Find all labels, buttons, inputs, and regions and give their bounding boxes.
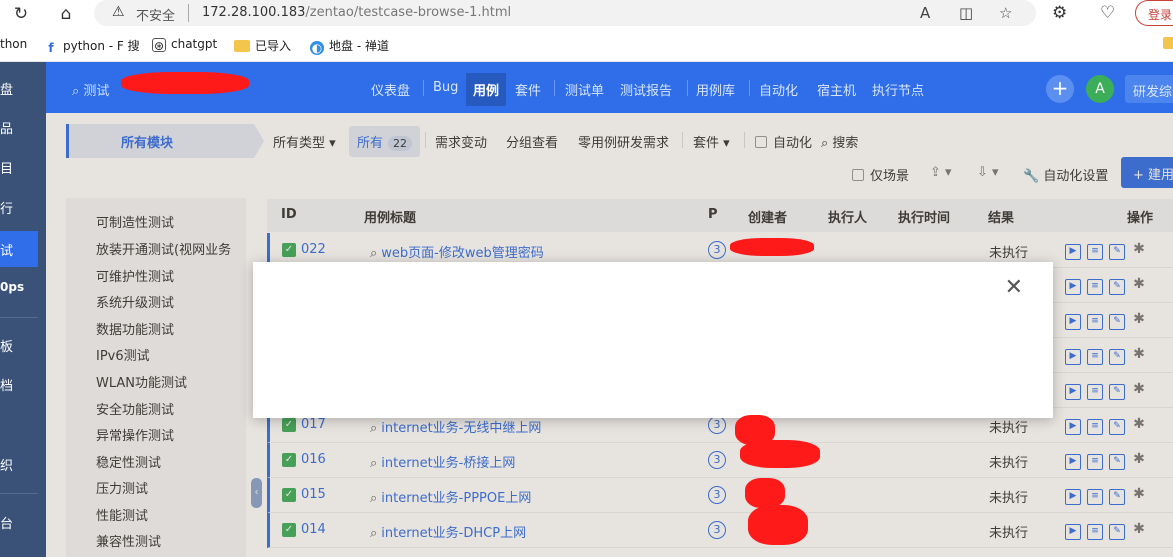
product-switcher[interactable]: ⌕ 测试 (72, 80, 109, 99)
login-button[interactable]: 登录 (1135, 0, 1173, 26)
close-icon[interactable]: ✕ (1005, 275, 1023, 300)
redacted-mark (745, 478, 785, 508)
nav-host[interactable]: 宿主机 (817, 80, 856, 99)
sidebar-item-project[interactable]: 目 (0, 158, 46, 180)
url-text[interactable]: 172.28.100.183/zentao/testcase-browse-1.… (202, 5, 511, 20)
bookmark-python-search[interactable]: f python - F 搜 (44, 37, 139, 55)
zentao-logo-icon: ◐ (310, 41, 324, 55)
address-bar[interactable]: ⚠ 不安全 172.28.100.183/zentao/testcase-bro… (94, 0, 1036, 26)
folder-icon (234, 40, 250, 52)
home-icon[interactable]: ⌂ (55, 3, 77, 25)
top-navbar: ⌕ 测试 仪表盘 Bug 用例 套件 测试单 测试报告 用例库 自动化 宿主机 … (46, 62, 1173, 113)
nav-testcase[interactable]: 用例 (466, 73, 507, 106)
insecure-label[interactable]: 不安全 (136, 5, 175, 24)
sidebar-item-devops[interactable]: 0ps (0, 280, 46, 302)
read-aloud-icon[interactable]: A (920, 4, 930, 22)
bookmarks-bar: thon f python - F 搜 ⊛ chatgpt 已导入 ◐ 地盘 - 禅道 (0, 28, 1173, 62)
nav-caselib[interactable]: 用例库 (696, 80, 735, 99)
sidebar-item-admin[interactable]: 台 (0, 513, 46, 535)
search-icon: ⌕ (72, 84, 84, 99)
main-sidebar: 盘 品 目 行 试 0ps 板 档 织 台 (0, 62, 46, 557)
split-screen-icon[interactable]: ◫ (959, 4, 973, 22)
chatgpt-icon: ⊛ (152, 38, 166, 53)
heart-pulse-icon[interactable]: ♡ (1100, 3, 1115, 23)
modal-dialog: ✕ (253, 262, 1053, 418)
favorite-star-icon[interactable]: ☆ (999, 4, 1012, 22)
bookmark-python-partial[interactable]: thon (0, 37, 27, 51)
warning-icon[interactable]: ⚠ (112, 4, 125, 20)
extensions-icon[interactable]: ⚙ (1052, 3, 1067, 23)
sidebar-item-test[interactable]: 试 (0, 231, 38, 267)
nav-exec-node[interactable]: 执行节点 (872, 80, 924, 99)
folder-icon[interactable] (1163, 37, 1173, 49)
bookmark-zentao[interactable]: ◐ 地盘 - 禅道 (310, 37, 389, 55)
f-logo-icon: f (48, 41, 54, 55)
refresh-icon[interactable]: ↻ (10, 3, 32, 25)
redacted-mark (740, 440, 820, 468)
nav-testreport[interactable]: 测试报告 (620, 80, 672, 99)
redacted-mark (748, 505, 808, 545)
browser-toolbar: ↻ ⌂ ⚠ 不安全 172.28.100.183/zentao/testcase… (0, 0, 1173, 28)
research-button[interactable]: 研发综 (1125, 75, 1173, 103)
sidebar-item-execution[interactable]: 行 (0, 198, 46, 220)
sidebar-item-dashboard[interactable]: 盘 (0, 79, 46, 101)
redacted-mark (121, 72, 249, 94)
avatar[interactable]: A (1086, 75, 1114, 103)
nav-dashboard[interactable]: 仪表盘 (371, 80, 410, 99)
bookmark-folder-imported[interactable]: 已导入 (234, 37, 291, 54)
sidebar-item-org[interactable]: 织 (0, 455, 46, 477)
nav-bug[interactable]: Bug (433, 80, 458, 95)
nav-suite[interactable]: 套件 (515, 80, 541, 99)
nav-automation[interactable]: 自动化 (759, 80, 798, 99)
redacted-mark (730, 238, 814, 256)
sidebar-item-doc[interactable]: 档 (0, 375, 46, 397)
sidebar-item-product[interactable]: 品 (0, 118, 46, 140)
bookmark-chatgpt[interactable]: ⊛ chatgpt (152, 37, 217, 53)
create-plus-button[interactable]: + (1046, 75, 1074, 103)
sidebar-item-kanban[interactable]: 板 (0, 336, 46, 358)
nav-testtask[interactable]: 测试单 (565, 80, 604, 99)
